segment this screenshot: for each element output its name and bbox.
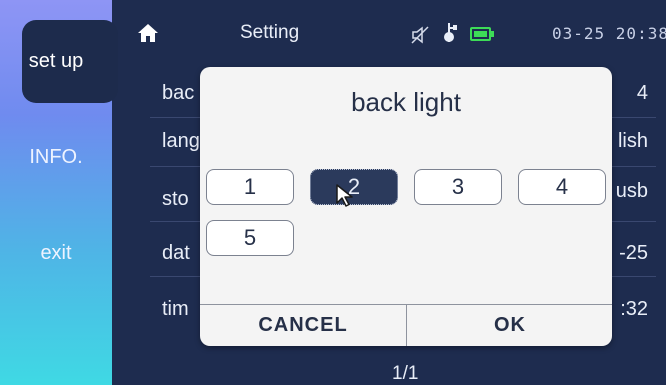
- settings-row-value: -25: [619, 242, 648, 264]
- usb-icon: [440, 22, 458, 44]
- dialog-title: back light: [351, 87, 461, 117]
- backlight-option-3[interactable]: 3: [414, 169, 502, 205]
- battery-icon: [470, 27, 494, 41]
- backlight-option-5[interactable]: 5: [206, 220, 294, 256]
- backlight-option-4[interactable]: 4: [518, 169, 606, 205]
- sidebar-item-label: INFO.: [29, 146, 83, 168]
- settings-row-value: 4: [636, 82, 648, 104]
- clock: 03-25 20:38: [552, 24, 666, 43]
- settings-row-value: lish: [617, 130, 648, 152]
- cancel-button[interactable]: CANCEL: [200, 305, 406, 346]
- sidebar-item-label: set up: [28, 50, 84, 72]
- settings-row-label[interactable]: bac: [162, 82, 194, 105]
- sidebar: set up INFO. exit: [0, 0, 118, 385]
- sidebar-item-exit[interactable]: exit: [0, 242, 112, 265]
- home-icon[interactable]: [137, 22, 159, 44]
- backlight-option-1[interactable]: 1: [206, 169, 294, 205]
- settings-row-label[interactable]: dat: [162, 242, 190, 265]
- sidebar-item-info[interactable]: INFO.: [0, 146, 112, 169]
- page-title: Setting: [240, 22, 300, 43]
- settings-row-label[interactable]: tim: [162, 298, 189, 321]
- sidebar-item-set-up[interactable]: set up: [22, 20, 118, 103]
- cursor-icon: [335, 183, 357, 207]
- settings-row-value: :32: [620, 298, 648, 320]
- settings-row-value: usb: [615, 180, 648, 202]
- backlight-dialog: back light 1 2 3 4 5 CANCEL OK: [200, 67, 612, 346]
- screen: set up INFO. exit Setting 03-25 20:38 ba…: [0, 0, 666, 385]
- page-indicator: 1/1: [392, 363, 419, 384]
- ok-button[interactable]: OK: [407, 305, 612, 346]
- settings-row-label[interactable]: lang: [162, 130, 200, 153]
- mute-icon: [410, 25, 430, 45]
- settings-row-label[interactable]: sto: [162, 188, 189, 211]
- sidebar-item-label: exit: [40, 242, 72, 264]
